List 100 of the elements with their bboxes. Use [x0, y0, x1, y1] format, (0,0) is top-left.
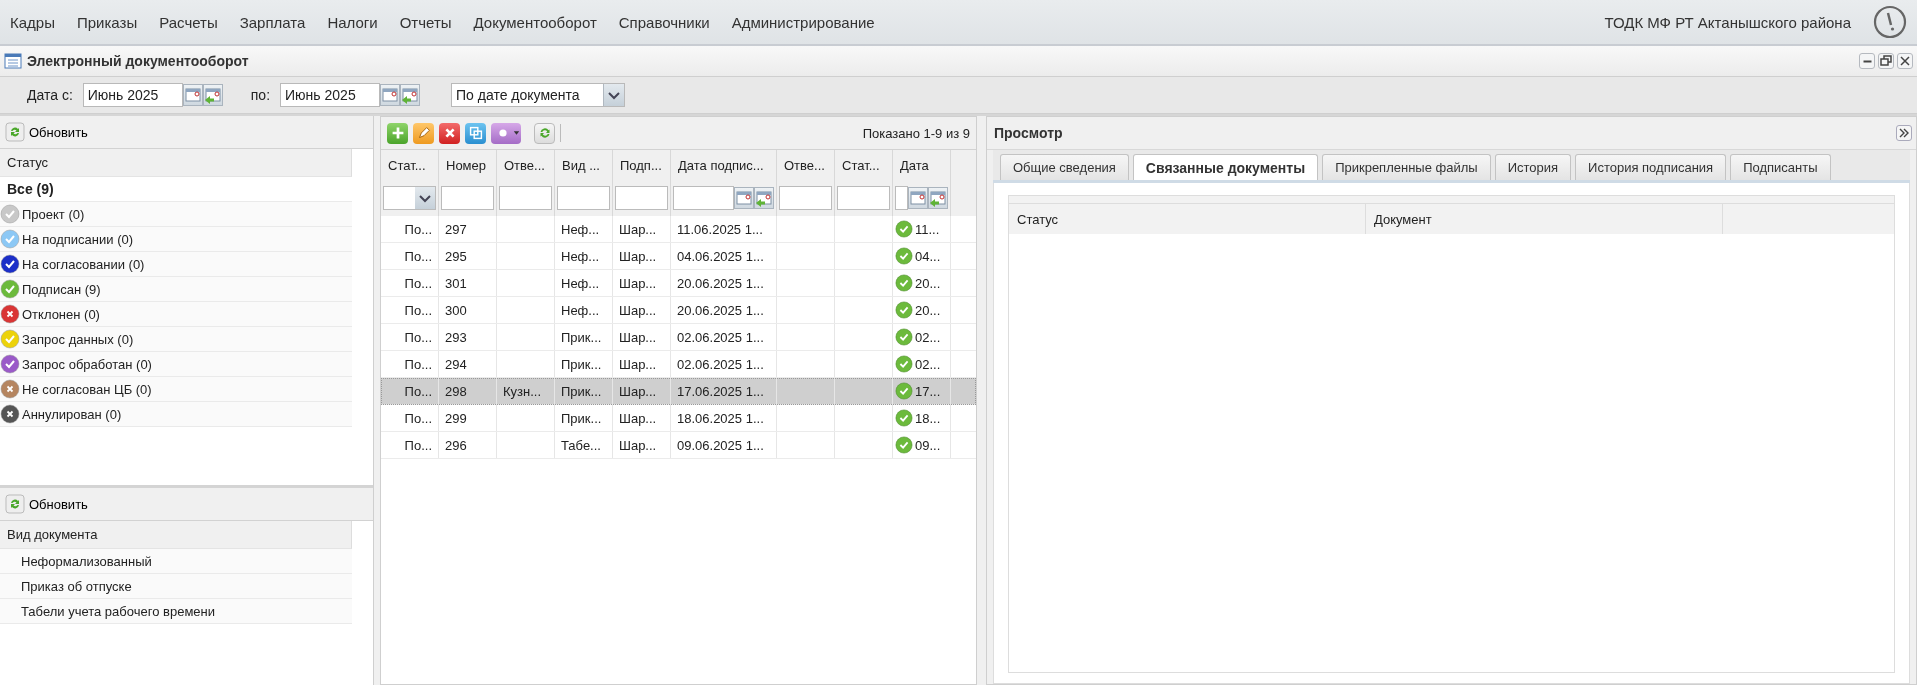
table-cell: Шар... [613, 378, 671, 404]
status-list-row[interactable]: На согласовании (0) [0, 252, 352, 277]
column-header[interactable]: Стат... [383, 150, 436, 180]
tab[interactable]: Прикрепленные файлы [1322, 154, 1491, 180]
menu-item[interactable]: Расчеты [159, 13, 218, 31]
column-header[interactable]: Дата [895, 150, 948, 180]
table-row[interactable]: По... 297 Неф... Шар... 11.06.2025 1... 11... [381, 216, 976, 243]
column-header[interactable]: Подп... [615, 150, 668, 180]
status-list-row[interactable]: Отклонен (0) [0, 302, 352, 327]
menu-item[interactable]: Налоги [327, 13, 378, 31]
table-row[interactable]: По... 296 Табе... Шар... 09.06.2025 1... 09... [381, 432, 976, 459]
table-cell: Табе... [555, 432, 613, 458]
minimize-icon [1862, 59, 1872, 63]
table-row[interactable]: По... 300 Неф... Шар... 20.06.2025 1... 20... [381, 297, 976, 324]
calendar-button[interactable] [380, 84, 401, 106]
table-cell: 297 [439, 216, 497, 242]
calendar-button[interactable] [734, 187, 754, 209]
menu-item[interactable]: Администрирование [731, 13, 875, 31]
filter-field[interactable] [557, 186, 610, 210]
filter-field[interactable] [895, 186, 908, 210]
table-row[interactable]: По... 295 Неф... Шар... 04.06.2025 1... 04... [381, 243, 976, 270]
document-type-item[interactable]: Неформализованный [0, 549, 352, 574]
status-label: На согласовании (0) [22, 256, 145, 272]
calendar-button[interactable] [182, 84, 203, 106]
table-cell: Прик... [555, 405, 613, 431]
current-date-button[interactable] [400, 84, 421, 106]
table-cell: Прик... [555, 378, 613, 404]
table-cell: 293 [439, 324, 497, 350]
table-cell: Неф... [555, 243, 613, 269]
tab[interactable]: Связанные документы [1132, 154, 1319, 180]
column-header[interactable]: Статус [1009, 204, 1366, 234]
table-cell: 20... [915, 302, 941, 318]
filter-dropdown[interactable] [383, 186, 436, 210]
tab[interactable]: История [1494, 154, 1572, 180]
menu-item[interactable]: Приказы [76, 13, 138, 31]
check-circle-icon [895, 274, 913, 292]
column-header[interactable]: Статус [0, 149, 352, 177]
status-list-row[interactable]: Не согласован ЦБ (0) [0, 377, 352, 402]
add-button[interactable] [387, 122, 408, 144]
restore-button[interactable] [1878, 53, 1894, 69]
table-row[interactable]: По... 299 Прик... Шар... 18.06.2025 1... 18... [381, 405, 976, 432]
status-list-row[interactable]: На подписании (0) [0, 227, 352, 252]
collapse-panel-button[interactable] [1896, 125, 1912, 141]
table-cell: По... [381, 432, 439, 458]
close-button[interactable] [1897, 53, 1913, 69]
refresh-button[interactable] [534, 122, 555, 144]
refresh-button[interactable]: Обновить [5, 494, 88, 514]
status-list-row[interactable]: Запрос данных (0) [0, 327, 352, 352]
table-row[interactable]: По... 293 Прик... Шар... 02.06.2025 1... 02... [381, 324, 976, 351]
filter-field[interactable] [615, 186, 668, 210]
status-label: Подписан (9) [22, 281, 101, 297]
menu-item[interactable]: Зарплата [239, 13, 306, 31]
table-row[interactable]: По... 294 Прик... Шар... 02.06.2025 1... 02... [381, 351, 976, 378]
menu-item[interactable]: Кадры [10, 13, 55, 31]
delete-button[interactable] [439, 122, 460, 144]
column-header[interactable]: Вид ... [557, 150, 610, 180]
calendar-button[interactable] [908, 187, 928, 209]
table-cell: 02... [915, 356, 941, 372]
filter-field[interactable] [673, 186, 734, 210]
copy-button[interactable] [465, 122, 486, 144]
date-from-field[interactable]: Июнь 2025 [82, 83, 183, 107]
filter-field[interactable] [441, 186, 494, 210]
current-date-button[interactable] [202, 84, 223, 106]
tab[interactable]: Общие сведения [1000, 154, 1129, 180]
check-circle-icon [895, 328, 913, 346]
table-row[interactable]: По... 301 Неф... Шар... 20.06.2025 1... 20... [381, 270, 976, 297]
tab[interactable]: Подписанты [1730, 154, 1831, 180]
column-header[interactable]: Документ [1366, 204, 1723, 234]
edit-button[interactable] [413, 122, 434, 144]
window-title: Электронный документооборот [27, 53, 250, 69]
status-list-row[interactable]: Подписан (9) [0, 277, 352, 302]
column-header[interactable]: Вид документа [0, 521, 352, 549]
filter-field[interactable] [779, 186, 832, 210]
column-header[interactable]: Отве... [779, 150, 832, 180]
current-date-button[interactable] [928, 187, 948, 209]
table-cell: Шар... [613, 243, 671, 269]
filter-field[interactable] [837, 186, 890, 210]
date-to-field[interactable]: Июнь 2025 [280, 83, 381, 107]
document-type-item[interactable]: Табели учета рабочего времени [0, 599, 352, 624]
minimize-button[interactable] [1859, 53, 1875, 69]
filter-field[interactable] [499, 186, 552, 210]
actions-menu-button[interactable] [491, 122, 521, 144]
table-cell: Неф... [555, 216, 613, 242]
menu-item[interactable]: Справочники [618, 13, 710, 31]
table-cell: Прик... [555, 324, 613, 350]
date-mode-dropdown[interactable]: По дате документа [451, 83, 626, 107]
table-row[interactable]: По... 298 Кузн... Прик... Шар... 17.06.2025 1... 17... [381, 378, 976, 405]
current-date-button[interactable] [754, 187, 774, 209]
tab[interactable]: История подписания [1575, 154, 1727, 180]
status-list-row[interactable]: Проект (0) [0, 202, 352, 227]
column-header[interactable]: Отве... [499, 150, 552, 180]
refresh-button[interactable]: Обновить [5, 122, 88, 142]
status-list-row[interactable]: Запрос обработан (0) [0, 352, 352, 377]
menu-item[interactable]: Отчеты [399, 13, 452, 31]
column-header[interactable]: Номер [441, 150, 494, 180]
menu-item[interactable]: Документооборот [473, 13, 597, 31]
column-header[interactable]: Дата подпис... [673, 150, 774, 180]
document-type-item[interactable]: Приказ об отпуске [0, 574, 352, 599]
status-list-row[interactable]: Аннулирован (0) [0, 402, 352, 427]
column-header[interactable]: Стат... [837, 150, 890, 180]
